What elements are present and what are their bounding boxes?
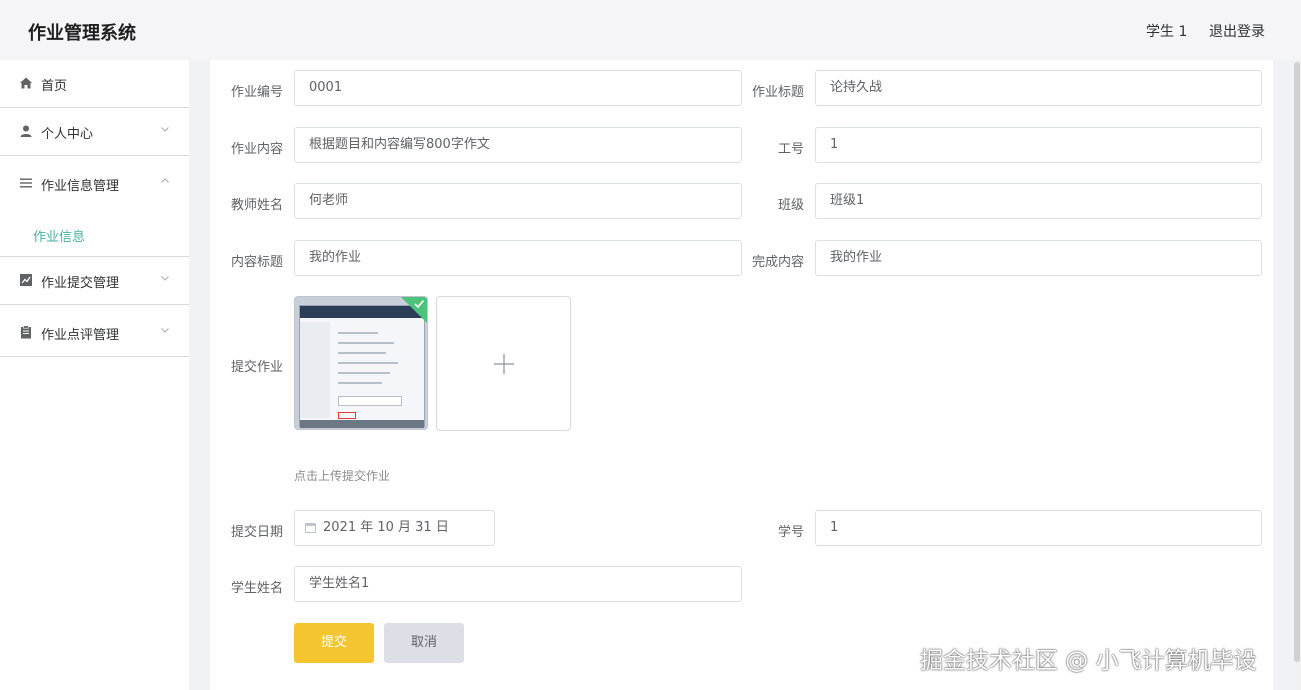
class-label: 班级 bbox=[777, 198, 804, 213]
uploaded-image-thumbnail[interactable] bbox=[294, 296, 428, 430]
sidebar-subitem-label: 作业信息 bbox=[33, 230, 86, 245]
hw-no-field[interactable]: 0001 bbox=[294, 70, 742, 106]
logout-link[interactable]: 退出登录 bbox=[1209, 21, 1265, 41]
sidebar-item-home[interactable]: 首页 bbox=[0, 60, 189, 108]
chevron-down-icon bbox=[161, 276, 169, 281]
calendar-icon bbox=[305, 523, 316, 533]
teacher-name-field[interactable]: 何老师 bbox=[294, 183, 742, 219]
student-name-label: 学生姓名 bbox=[230, 581, 283, 596]
class-field[interactable]: 班级1 bbox=[815, 183, 1262, 219]
submit-button[interactable]: 提交 bbox=[294, 623, 374, 663]
sidebar-item-label: 作业点评管理 bbox=[41, 328, 120, 343]
user-icon bbox=[20, 125, 32, 137]
sidebar-item-review-mgmt[interactable]: 作业点评管理 bbox=[0, 309, 189, 357]
hw-content-label: 作业内容 bbox=[230, 142, 283, 157]
upload-hint: 点击上传提交作业 bbox=[294, 469, 391, 483]
check-icon bbox=[414, 299, 425, 309]
app-title: 作业管理系统 bbox=[28, 23, 136, 44]
scrollbar-thumb[interactable] bbox=[1294, 62, 1300, 662]
student-no-field[interactable]: 1 bbox=[815, 510, 1262, 546]
home-icon bbox=[20, 77, 32, 89]
chevron-up-icon bbox=[161, 178, 169, 183]
list-icon bbox=[20, 178, 32, 188]
hw-no-label: 作业编号 bbox=[230, 85, 283, 100]
sidebar-item-label: 作业信息管理 bbox=[41, 179, 120, 194]
sidebar-item-submission-mgmt[interactable]: 作业提交管理 bbox=[0, 257, 189, 305]
plus-icon bbox=[494, 354, 514, 374]
content-title-field[interactable]: 我的作业 bbox=[294, 240, 742, 276]
staff-no-label: 工号 bbox=[777, 142, 804, 157]
sidebar-item-label: 个人中心 bbox=[41, 127, 94, 142]
current-user: 学生 1 bbox=[1146, 24, 1188, 40]
sidebar-item-label: 作业提交管理 bbox=[41, 276, 120, 291]
hw-title-label: 作业标题 bbox=[751, 85, 804, 100]
teacher-name-label: 教师姓名 bbox=[230, 198, 283, 213]
sidebar: 首页 个人中心 作业信息管理 作业信息 作业提交管理 作业点评管理 bbox=[0, 60, 189, 690]
upload-button[interactable] bbox=[436, 296, 571, 431]
screenshot-image bbox=[299, 305, 425, 428]
submit-date-field[interactable]: 2021 年 10 月 31 日 bbox=[294, 510, 495, 546]
sidebar-subitem-homework-info[interactable]: 作业信息 bbox=[0, 220, 189, 256]
cancel-button[interactable]: 取消 bbox=[384, 623, 464, 663]
hw-content-field[interactable]: 根据题目和内容编写800字作文 bbox=[294, 127, 742, 163]
hw-title-field[interactable]: 论持久战 bbox=[815, 70, 1262, 106]
staff-no-field[interactable]: 1 bbox=[815, 127, 1262, 163]
submit-date-label: 提交日期 bbox=[230, 525, 283, 540]
watermark: 掘金技术社区 @ 小飞计算机毕设 bbox=[920, 648, 1257, 674]
done-content-field[interactable]: 我的作业 bbox=[815, 240, 1262, 276]
submit-hw-label: 提交作业 bbox=[230, 360, 283, 375]
top-header: 作业管理系统 学生 1 退出登录 bbox=[0, 0, 1301, 60]
student-no-label: 学号 bbox=[777, 525, 804, 540]
sidebar-item-label: 首页 bbox=[41, 79, 68, 94]
done-content-label: 完成内容 bbox=[751, 255, 804, 270]
chevron-down-icon bbox=[161, 328, 169, 333]
chevron-down-icon bbox=[161, 127, 169, 132]
clipboard-icon bbox=[21, 325, 31, 339]
student-name-field[interactable]: 学生姓名1 bbox=[294, 566, 742, 602]
sidebar-item-homework-info-mgmt[interactable]: 作业信息管理 bbox=[0, 160, 189, 208]
chart-icon bbox=[20, 274, 32, 286]
sidebar-item-personal-center[interactable]: 个人中心 bbox=[0, 108, 189, 156]
content-title-label: 内容标题 bbox=[230, 255, 283, 270]
